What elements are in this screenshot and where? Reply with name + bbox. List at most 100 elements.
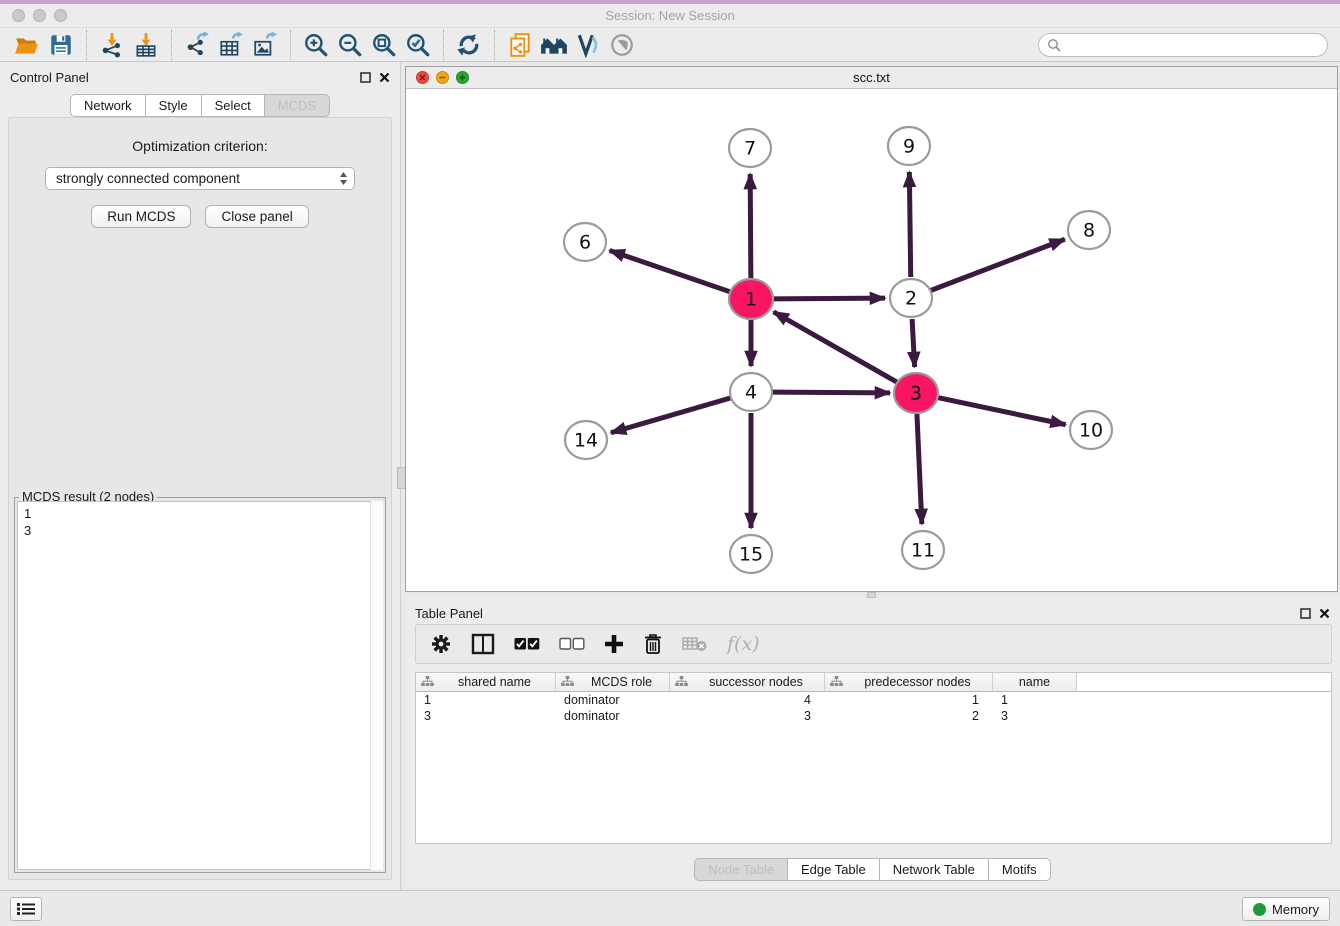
column-header-name[interactable]: name: [993, 673, 1077, 691]
table-tabs: Node TableEdge TableNetwork TableMotifs: [405, 858, 1340, 881]
zoom-out-button[interactable]: [333, 30, 367, 60]
home-neighbors-button[interactable]: [537, 30, 571, 60]
tab-node-table[interactable]: Node Table: [694, 858, 788, 881]
hide-graphics-details-button[interactable]: [571, 30, 605, 60]
column-header-successor-nodes[interactable]: successor nodes: [670, 673, 825, 691]
column-header-predecessor-nodes[interactable]: predecessor nodes: [825, 673, 993, 691]
split-view-button[interactable]: [471, 633, 495, 655]
task-history-button[interactable]: [10, 897, 42, 921]
status-bar: Memory: [0, 890, 1340, 926]
criterion-dropdown[interactable]: strongly connected component: [45, 167, 355, 190]
edge-4-3[interactable]: [772, 392, 890, 393]
select-all-columns-button[interactable]: [514, 637, 540, 651]
tab-edge-table[interactable]: Edge Table: [787, 858, 880, 881]
cell-name[interactable]: 3: [993, 708, 1077, 724]
tab-style[interactable]: Style: [145, 94, 202, 117]
edge-2-8[interactable]: [931, 239, 1065, 290]
cell-MCDS-role[interactable]: dominator: [556, 708, 670, 724]
tab-network[interactable]: Network: [70, 94, 146, 117]
node-10[interactable]: 10: [1070, 411, 1112, 449]
zoom-fit-icon: [371, 32, 397, 58]
node-11[interactable]: 11: [902, 531, 944, 569]
deselect-all-columns-button[interactable]: [559, 637, 585, 651]
edge-1-2[interactable]: [772, 298, 885, 299]
close-panel-icon[interactable]: [379, 72, 390, 83]
column-header-MCDS-role[interactable]: MCDS role: [556, 673, 670, 691]
memory-button[interactable]: Memory: [1242, 897, 1330, 921]
svg-text:6: 6: [579, 232, 591, 254]
float-panel-icon[interactable]: [1300, 608, 1311, 619]
edge-1-6[interactable]: [610, 250, 732, 292]
save-icon: [48, 32, 74, 58]
clone-network-button[interactable]: [503, 30, 537, 60]
search-input[interactable]: [1062, 35, 1327, 55]
edge-4-14[interactable]: [611, 398, 731, 433]
zoom-selected-button[interactable]: [401, 30, 435, 60]
control-panel-header: Control Panel: [0, 62, 400, 92]
node-8[interactable]: 8: [1068, 211, 1110, 249]
run-mcds-button[interactable]: Run MCDS: [91, 205, 191, 228]
network-canvas-svg: 7 9 6 8 1 2 4 3 14 10 15 11: [406, 89, 1337, 591]
tab-motifs[interactable]: Motifs: [988, 858, 1051, 881]
cell-predecessor-nodes[interactable]: 2: [825, 708, 993, 724]
cell-MCDS-role[interactable]: dominator: [556, 692, 670, 708]
save-session-button[interactable]: [44, 30, 78, 60]
zoom-in-button[interactable]: [299, 30, 333, 60]
cell-successor-nodes[interactable]: 3: [670, 708, 825, 724]
mcds-result-box: MCDS result (2 nodes) 13: [14, 497, 386, 873]
plus-icon: [604, 634, 624, 654]
node-6[interactable]: 6: [564, 223, 606, 261]
node-14[interactable]: 14: [565, 421, 607, 459]
edge-2-9[interactable]: [909, 172, 910, 277]
import-table-button[interactable]: [129, 30, 163, 60]
export-image-button[interactable]: [248, 30, 282, 60]
table-row[interactable]: 3dominator323: [416, 708, 1331, 724]
edge-3-10[interactable]: [937, 397, 1066, 424]
close-panel-button[interactable]: Close panel: [205, 205, 308, 228]
export-table-button[interactable]: [214, 30, 248, 60]
table-row[interactable]: 1dominator411: [416, 692, 1331, 708]
edge-3-1[interactable]: [774, 312, 898, 383]
edge-2-3[interactable]: [912, 319, 915, 367]
show-eye-button[interactable]: [605, 30, 639, 60]
search-field[interactable]: [1038, 33, 1328, 57]
network-canvas[interactable]: 7 9 6 8 1 2 4 3 14 10 15 11: [406, 89, 1337, 591]
node-table[interactable]: shared nameMCDS rolesuccessor nodesprede…: [415, 672, 1332, 844]
table-settings-button[interactable]: [430, 633, 452, 655]
cell-shared-name[interactable]: 3: [416, 708, 556, 724]
mcds-panel: Optimization criterion: strongly connect…: [8, 117, 392, 880]
node-7[interactable]: 7: [729, 129, 771, 167]
edge-3-11[interactable]: [917, 414, 922, 524]
edge-1-7[interactable]: [750, 174, 751, 278]
result-scrollbar[interactable]: [370, 501, 383, 870]
tab-select[interactable]: Select: [201, 94, 265, 117]
node-4[interactable]: 4: [730, 373, 772, 411]
svg-text:3: 3: [910, 383, 922, 405]
import-network-button[interactable]: [95, 30, 129, 60]
column-header-shared-name[interactable]: shared name: [416, 673, 556, 691]
delete-column-button[interactable]: [643, 633, 663, 655]
node-1[interactable]: 1: [729, 279, 773, 319]
cell-predecessor-nodes[interactable]: 1: [825, 692, 993, 708]
export-network-button[interactable]: [180, 30, 214, 60]
open-session-button[interactable]: [10, 30, 44, 60]
result-line: 1: [24, 505, 376, 522]
cell-name[interactable]: 1: [993, 692, 1077, 708]
home-neighbors-icon: [540, 32, 568, 58]
cell-shared-name[interactable]: 1: [416, 692, 556, 708]
tab-mcds[interactable]: MCDS: [264, 94, 330, 117]
tab-network-table[interactable]: Network Table: [879, 858, 989, 881]
create-column-button[interactable]: [604, 634, 624, 654]
refresh-layout-button[interactable]: [452, 30, 486, 60]
float-panel-icon[interactable]: [360, 72, 371, 83]
zoom-fit-button[interactable]: [367, 30, 401, 60]
node-2[interactable]: 2: [890, 279, 932, 317]
delete-table-icon: [682, 635, 708, 653]
cell-successor-nodes[interactable]: 4: [670, 692, 825, 708]
node-15[interactable]: 15: [730, 535, 772, 573]
node-9[interactable]: 9: [888, 127, 930, 165]
mcds-result-text[interactable]: 13: [17, 501, 383, 870]
network-window-title: scc.txt: [406, 70, 1337, 85]
close-panel-icon[interactable]: [1319, 608, 1330, 619]
node-3[interactable]: 3: [894, 373, 938, 413]
